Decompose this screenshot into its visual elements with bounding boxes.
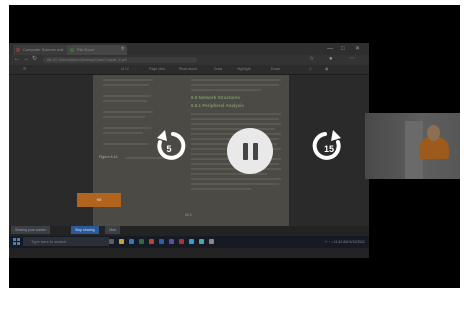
forward-seconds: 15 — [323, 143, 334, 154]
word-icon[interactable] — [159, 239, 164, 244]
excel-file-icon — [70, 48, 74, 52]
highlight-button[interactable]: Highlight — [237, 66, 251, 73]
draw-button[interactable]: Draw — [214, 66, 222, 73]
system-tray: ˄ ◔ ♪ 11:42 AM 5/12/2021 — [325, 238, 365, 246]
rewind-button[interactable]: 5 — [151, 128, 187, 164]
teams-icon[interactable] — [169, 239, 174, 244]
subsection-heading: 6.5.1 Peripheral Analysis — [191, 103, 244, 108]
address-bar: ← → ↻ file:///C:/Users/Admin/Desktop/Cla… — [9, 55, 369, 65]
minimize-button[interactable]: — — [327, 44, 333, 54]
zoom-icon[interactable] — [189, 239, 194, 244]
page-number: 6/12 — [185, 213, 192, 217]
hide-button[interactable]: Hide — [105, 226, 121, 234]
settings-icon[interactable] — [209, 239, 214, 244]
edge-browser-icon[interactable] — [129, 239, 134, 244]
wifi-icon[interactable]: ◔ — [328, 240, 330, 244]
acrobat-icon[interactable] — [179, 239, 184, 244]
section-heading: 6.5 Network Structures — [191, 95, 241, 100]
volume-icon[interactable]: ♪ — [331, 240, 333, 244]
contents-icon[interactable]: ☰ — [23, 66, 26, 73]
excel-icon[interactable] — [139, 239, 144, 244]
clock-time[interactable]: 11:42 AM — [334, 240, 349, 244]
meeting-app-icon[interactable] — [199, 239, 204, 244]
tray-chevron-icon[interactable]: ˄ — [325, 240, 327, 244]
read-aloud-button[interactable]: Read aloud — [179, 66, 197, 73]
pause-button[interactable] — [227, 128, 273, 174]
tab-label: File Excel — [77, 47, 95, 52]
screen-sharing-notice: Sharing your screen — [11, 226, 51, 234]
profile-icon[interactable]: ● — [329, 54, 333, 64]
pdf-toolbar: ☰ of 12 Page view Read aloud Draw Highli… — [9, 65, 369, 75]
forward-button[interactable]: 15 — [311, 128, 347, 164]
rewind-seconds: 5 — [166, 143, 172, 154]
taskbar-search-box[interactable]: Type here to search — [23, 237, 109, 246]
pdf-file-icon — [16, 48, 20, 52]
back-icon[interactable]: ← — [14, 54, 20, 64]
forward-icon[interactable]: → — [23, 54, 29, 64]
browser-tab-strip: Computer Science unit × File Excel × + —… — [9, 43, 369, 55]
presenter-face — [427, 125, 440, 141]
print-icon[interactable]: ⎙ — [309, 66, 312, 73]
save-icon[interactable]: ▣ — [325, 66, 328, 73]
url-field[interactable]: file:///C:/Users/Admin/Desktop/Class/Cha… — [43, 57, 197, 63]
windows-taskbar: Type here to search ˄ ◔ ♪ 11:42 AM 5/12/… — [9, 236, 369, 248]
favorite-star-icon[interactable]: ☆ — [309, 54, 314, 64]
refresh-icon[interactable]: ↻ — [32, 54, 37, 64]
orange-highlight-block: NB — [77, 193, 121, 207]
file-explorer-icon[interactable] — [119, 239, 124, 244]
close-window-button[interactable]: ✕ — [355, 44, 360, 54]
webcam-thumbnail — [365, 113, 460, 179]
erase-button[interactable]: Erase — [271, 66, 280, 73]
stop-sharing-button[interactable]: Stop sharing — [71, 226, 99, 234]
page-view-button[interactable]: Page view — [149, 66, 165, 73]
more-menu-icon[interactable]: ⋯ — [349, 54, 355, 64]
video-player[interactable]: Computer Science unit × File Excel × + —… — [9, 5, 460, 288]
new-tab-button[interactable]: + — [121, 44, 125, 54]
figure-caption: Figure 6.14 — [99, 155, 118, 159]
clock-date[interactable]: 5/12/2021 — [349, 240, 365, 244]
page-count: of 12 — [121, 67, 129, 71]
maximize-button[interactable]: □ — [341, 44, 345, 54]
task-view-icon[interactable] — [109, 239, 114, 244]
powerpoint-icon[interactable] — [149, 239, 154, 244]
tab-label: Computer Science unit — [23, 47, 64, 52]
browser-tab[interactable]: File Excel × — [67, 45, 127, 55]
pause-icon — [242, 142, 258, 160]
windows-start-icon[interactable] — [13, 238, 20, 245]
